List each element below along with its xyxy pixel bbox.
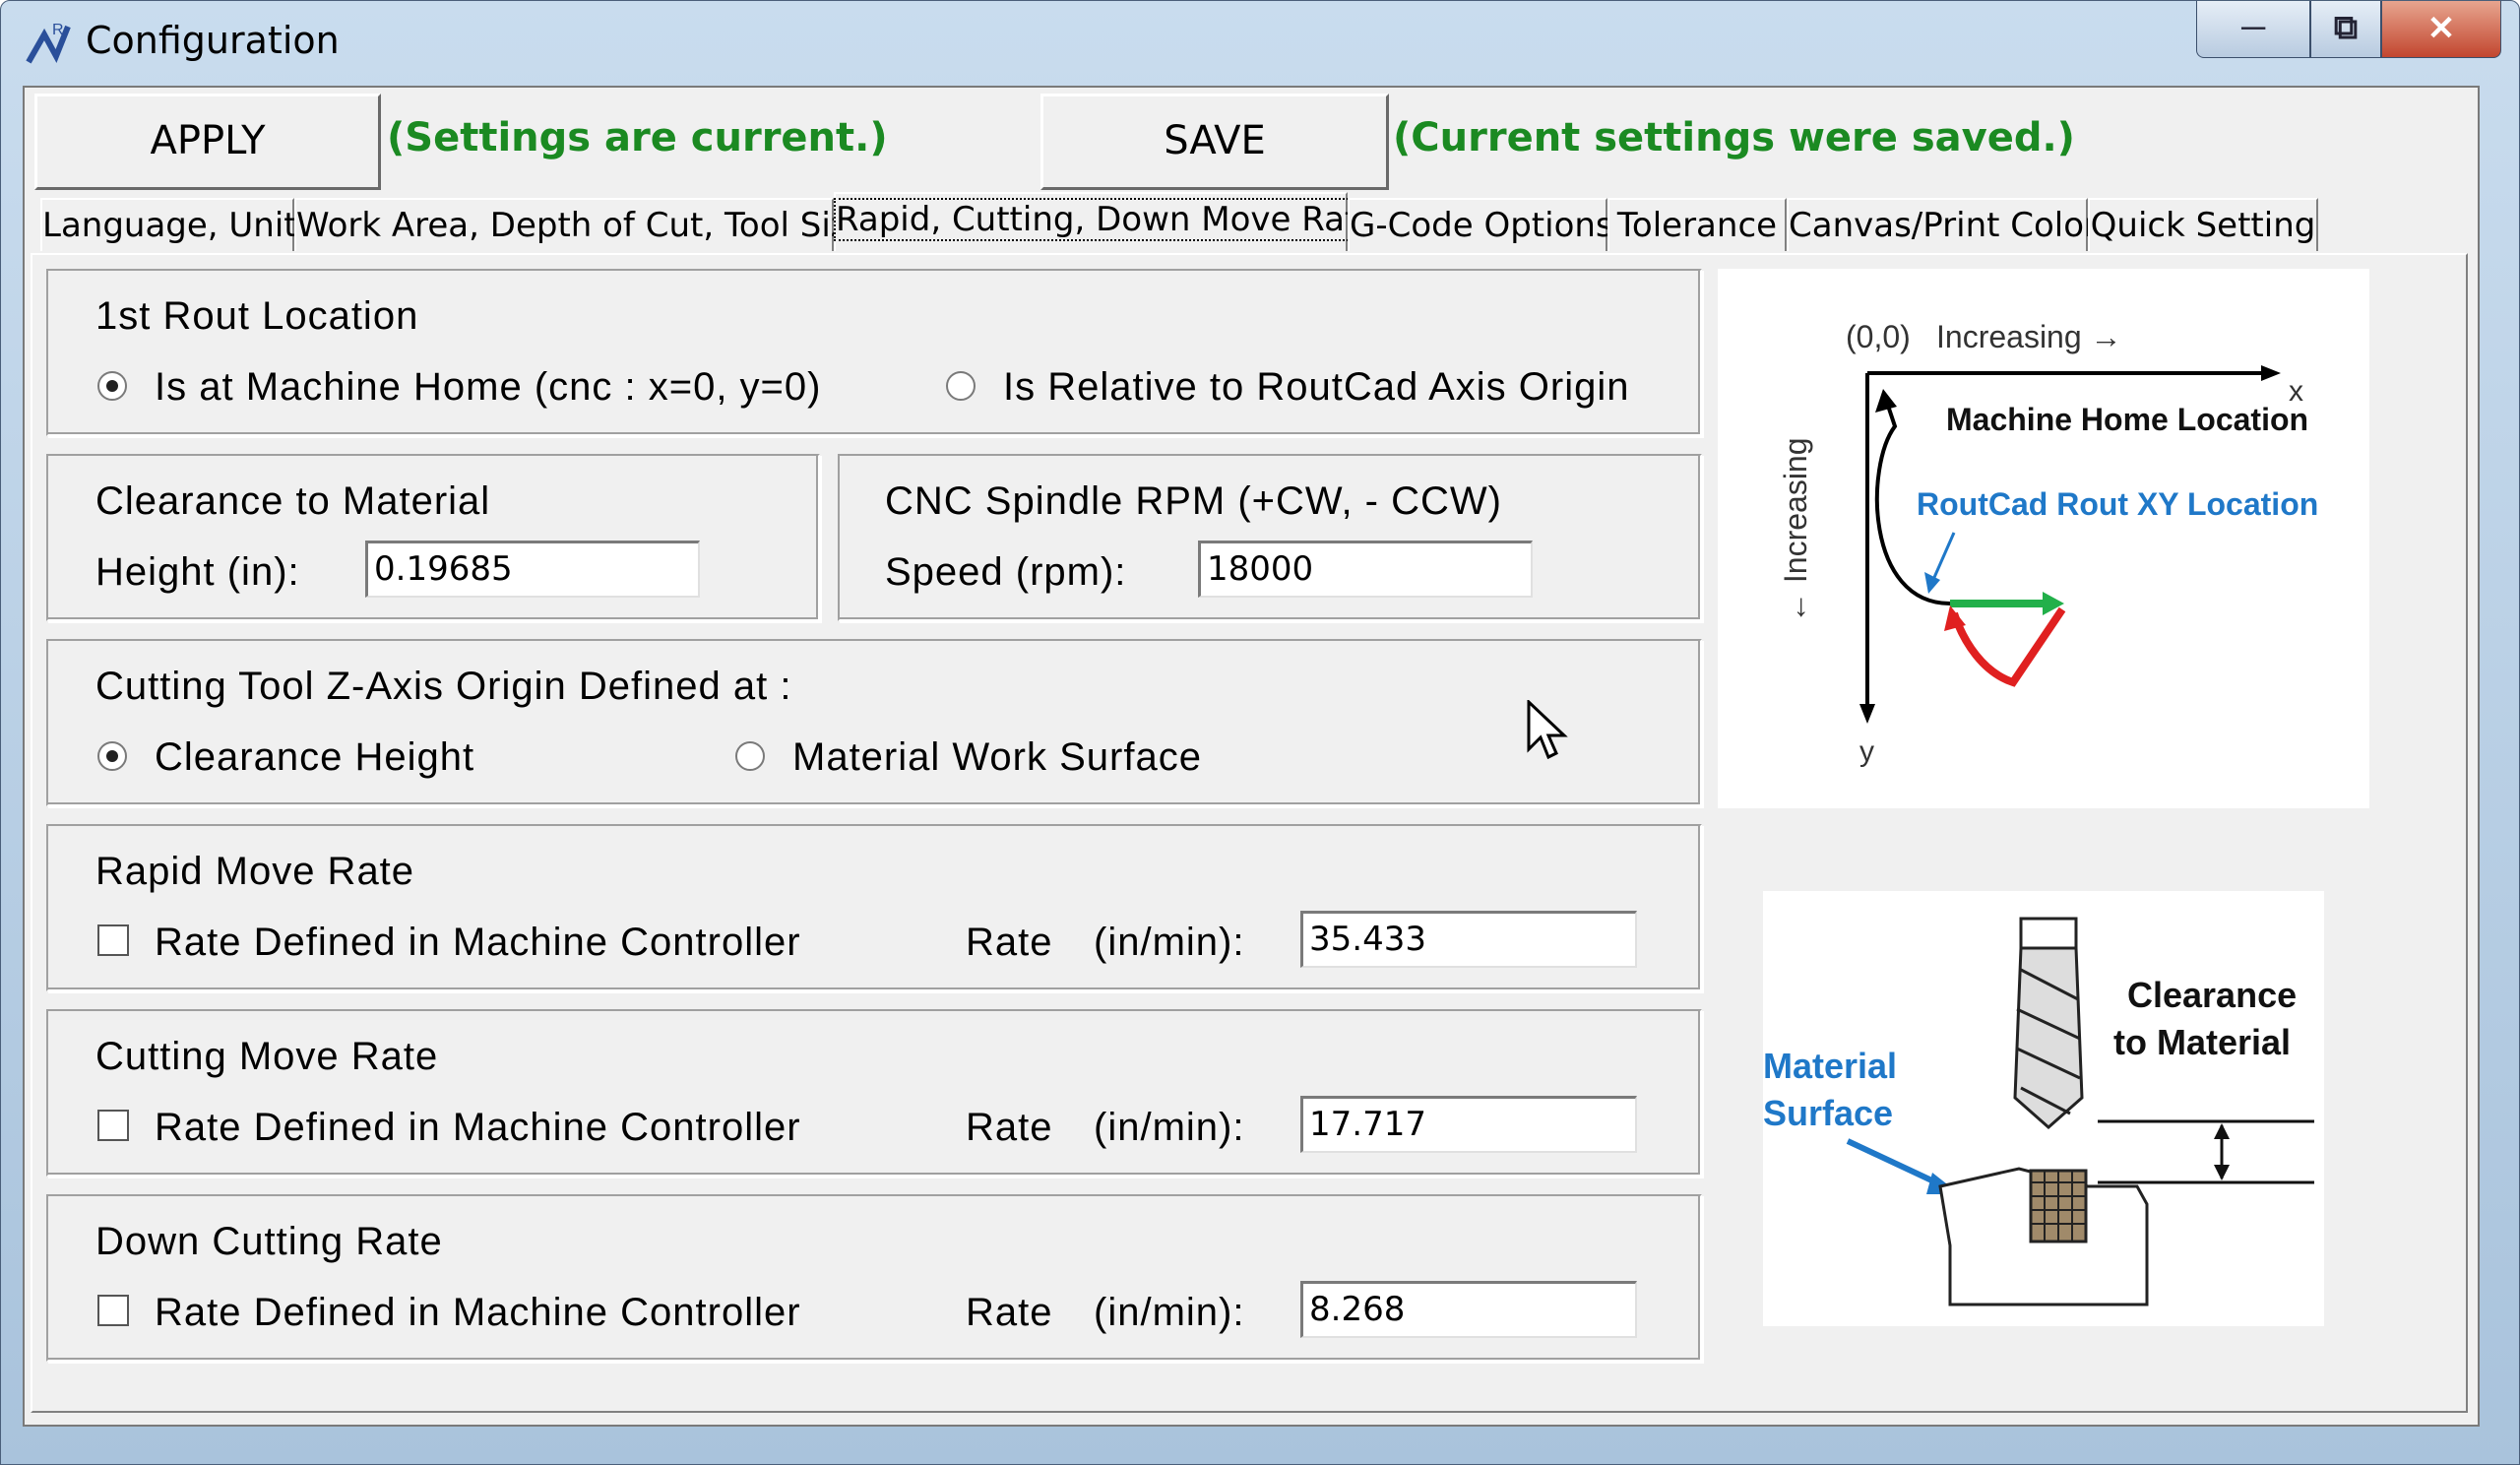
rapid-rate-label: Rate <box>966 921 1053 964</box>
tab-rapid-cutting-down[interactable]: Rapid, Cutting, Down Move Rate <box>833 192 1381 251</box>
tab-label: G-Code Options <box>1350 206 1613 245</box>
y-arrow-icon <box>1859 704 1875 724</box>
clearance-height-input[interactable]: 0.19685 <box>365 541 700 598</box>
rapid-controller-checkbox[interactable] <box>97 924 129 956</box>
down-unit-label: (in/min): <box>1094 1291 1245 1334</box>
dim-down-arrow-icon <box>2214 1165 2230 1180</box>
svg-text:R: R <box>52 22 64 38</box>
relative-origin-label[interactable]: Is Relative to RoutCad Axis Origin <box>1003 365 1629 410</box>
cutting-unit-label: (in/min): <box>1094 1106 1245 1149</box>
caption-buttons: ─ ⧉ ✕ <box>2196 1 2501 62</box>
cutting-rate-input[interactable]: 17.717 <box>1300 1096 1637 1153</box>
down-rate-input[interactable]: 8.268 <box>1300 1281 1637 1338</box>
height-label: Height (in): <box>95 550 300 594</box>
surface-line1: Material <box>1763 1046 1897 1086</box>
close-button[interactable]: ✕ <box>2381 1 2501 58</box>
title-bar[interactable]: R Configuration ─ ⧉ ✕ <box>1 1 2520 84</box>
tab-canvas-print-color[interactable]: Canvas/Print Color <box>1787 198 2098 251</box>
mouse-cursor-icon <box>1527 700 1568 760</box>
save-status: (Current settings were saved.) <box>1393 115 2075 160</box>
rout-pointer-icon <box>1924 572 1940 594</box>
tool-diagram: Clearance to Material Material Surface <box>1763 891 2324 1326</box>
tab-label: Language, Unit <box>42 206 297 245</box>
z-origin-title: Cutting Tool Z-Axis Origin Defined at : <box>95 665 792 708</box>
rapid-rate-group: Rapid Move Rate Rate Defined in Machine … <box>46 824 1702 991</box>
relative-origin-radio[interactable] <box>946 371 976 401</box>
work-surface-label[interactable]: Material Work Surface <box>792 735 1202 780</box>
material-block <box>1938 1167 2149 1306</box>
maximize-button[interactable]: ⧉ <box>2310 1 2381 58</box>
work-surface-radio[interactable] <box>735 741 765 771</box>
down-controller-checkbox[interactable] <box>97 1295 129 1326</box>
red-path <box>1950 606 2066 687</box>
restore-icon: ⧉ <box>2333 9 2359 46</box>
down-rate-group: Down Cutting Rate Rate Defined in Machin… <box>46 1194 1702 1362</box>
tab-work-area[interactable]: Work Area, Depth of Cut, Tool Size <box>294 198 869 251</box>
tab-quick-setting[interactable]: Quick Setting <box>2088 198 2318 251</box>
home-arrow-icon <box>1875 389 1897 413</box>
window-title: Configuration <box>86 19 340 62</box>
rout-location-group: 1st Rout Location Is at Machine Home (cn… <box>46 269 1702 436</box>
x-arrow-icon <box>2261 365 2281 381</box>
rapid-title: Rapid Move Rate <box>95 850 415 893</box>
tab-tolerance[interactable]: Tolerance <box>1607 198 1787 251</box>
spindle-speed-input[interactable]: 18000 <box>1198 541 1533 598</box>
clearance-line2: to Material <box>2113 1022 2291 1062</box>
clearance-height-label[interactable]: Clearance Height <box>155 735 474 780</box>
down-rate-label: Rate <box>966 1291 1053 1334</box>
rapid-unit-label: (in/min): <box>1094 921 1245 964</box>
increasing-y-label: ← Increasing <box>1778 437 1813 623</box>
dim-up-arrow-icon <box>2214 1123 2230 1139</box>
clearance-group: Clearance to Material Height (in): 0.196… <box>46 454 820 621</box>
surface-line2: Surface <box>1763 1093 1893 1133</box>
machine-home-label[interactable]: Is at Machine Home (cnc : x=0, y=0) <box>155 365 821 410</box>
close-icon: ✕ <box>2426 10 2456 47</box>
tab-label: Canvas/Print Color <box>1789 206 2099 245</box>
tab-label: Tolerance <box>1616 206 1778 245</box>
clearance-title: Clearance to Material <box>95 479 491 523</box>
spindle-group: CNC Spindle RPM (+CW, - CCW) Speed (rpm)… <box>838 454 1702 621</box>
tab-label: Rapid, Cutting, Down Move Rate <box>833 198 1381 241</box>
clearance-line1: Clearance <box>2127 975 2297 1015</box>
minimize-button[interactable]: ─ <box>2196 1 2310 58</box>
rout-location-label: RoutCad Rout XY Location <box>1917 486 2318 522</box>
down-title: Down Cutting Rate <box>95 1220 443 1263</box>
z-origin-group: Cutting Tool Z-Axis Origin Defined at : … <box>46 639 1702 806</box>
tab-language-unit[interactable]: Language, Unit <box>40 198 297 251</box>
app-icon: R <box>26 22 71 64</box>
increasing-x-label: Increasing → <box>1936 319 2122 354</box>
cutting-title: Cutting Move Rate <box>95 1035 439 1078</box>
clearance-height-radio[interactable] <box>97 741 127 771</box>
tab-label: Work Area, Depth of Cut, Tool Size <box>296 206 869 245</box>
tab-page: 1st Rout Location Is at Machine Home (cn… <box>31 253 2468 1413</box>
apply-status: (Settings are current.) <box>387 115 888 160</box>
y-axis-label: y <box>1859 735 1874 768</box>
origin-label: (0,0) <box>1846 319 1911 354</box>
rout-location-title: 1st Rout Location <box>95 294 419 338</box>
end-mill-icon <box>2013 917 2084 1130</box>
configuration-window: R Configuration ─ ⧉ ✕ APPLY (Settings ar… <box>0 0 2520 1465</box>
tab-label: Quick Setting <box>2090 206 2316 245</box>
rapid-checkbox-label[interactable]: Rate Defined in Machine Controller <box>155 921 801 965</box>
spindle-title: CNC Spindle RPM (+CW, - CCW) <box>885 479 1502 523</box>
cutting-rate-label: Rate <box>966 1106 1053 1149</box>
machine-home-radio[interactable] <box>97 371 127 401</box>
minimize-icon: ─ <box>2240 9 2266 46</box>
surface-pointer-line <box>1846 1138 1942 1187</box>
rapid-rate-input[interactable]: 35.433 <box>1300 911 1637 968</box>
tab-gcode-options[interactable]: G-Code Options <box>1348 198 1613 251</box>
down-checkbox-label[interactable]: Rate Defined in Machine Controller <box>155 1291 801 1335</box>
rout-pointer-line <box>1930 532 1956 583</box>
apply-button[interactable]: APPLY <box>34 94 381 190</box>
cutting-rate-group: Cutting Move Rate Rate Defined in Machin… <box>46 1009 1702 1177</box>
axis-diagram: (0,0) Increasing → x y ← Increasing Mach… <box>1718 269 2369 808</box>
cutting-controller-checkbox[interactable] <box>97 1110 129 1141</box>
speed-label: Speed (rpm): <box>885 550 1127 594</box>
cutting-checkbox-label[interactable]: Rate Defined in Machine Controller <box>155 1106 801 1150</box>
home-location-label: Machine Home Location <box>1946 402 2308 437</box>
save-button[interactable]: SAVE <box>1040 94 1389 190</box>
